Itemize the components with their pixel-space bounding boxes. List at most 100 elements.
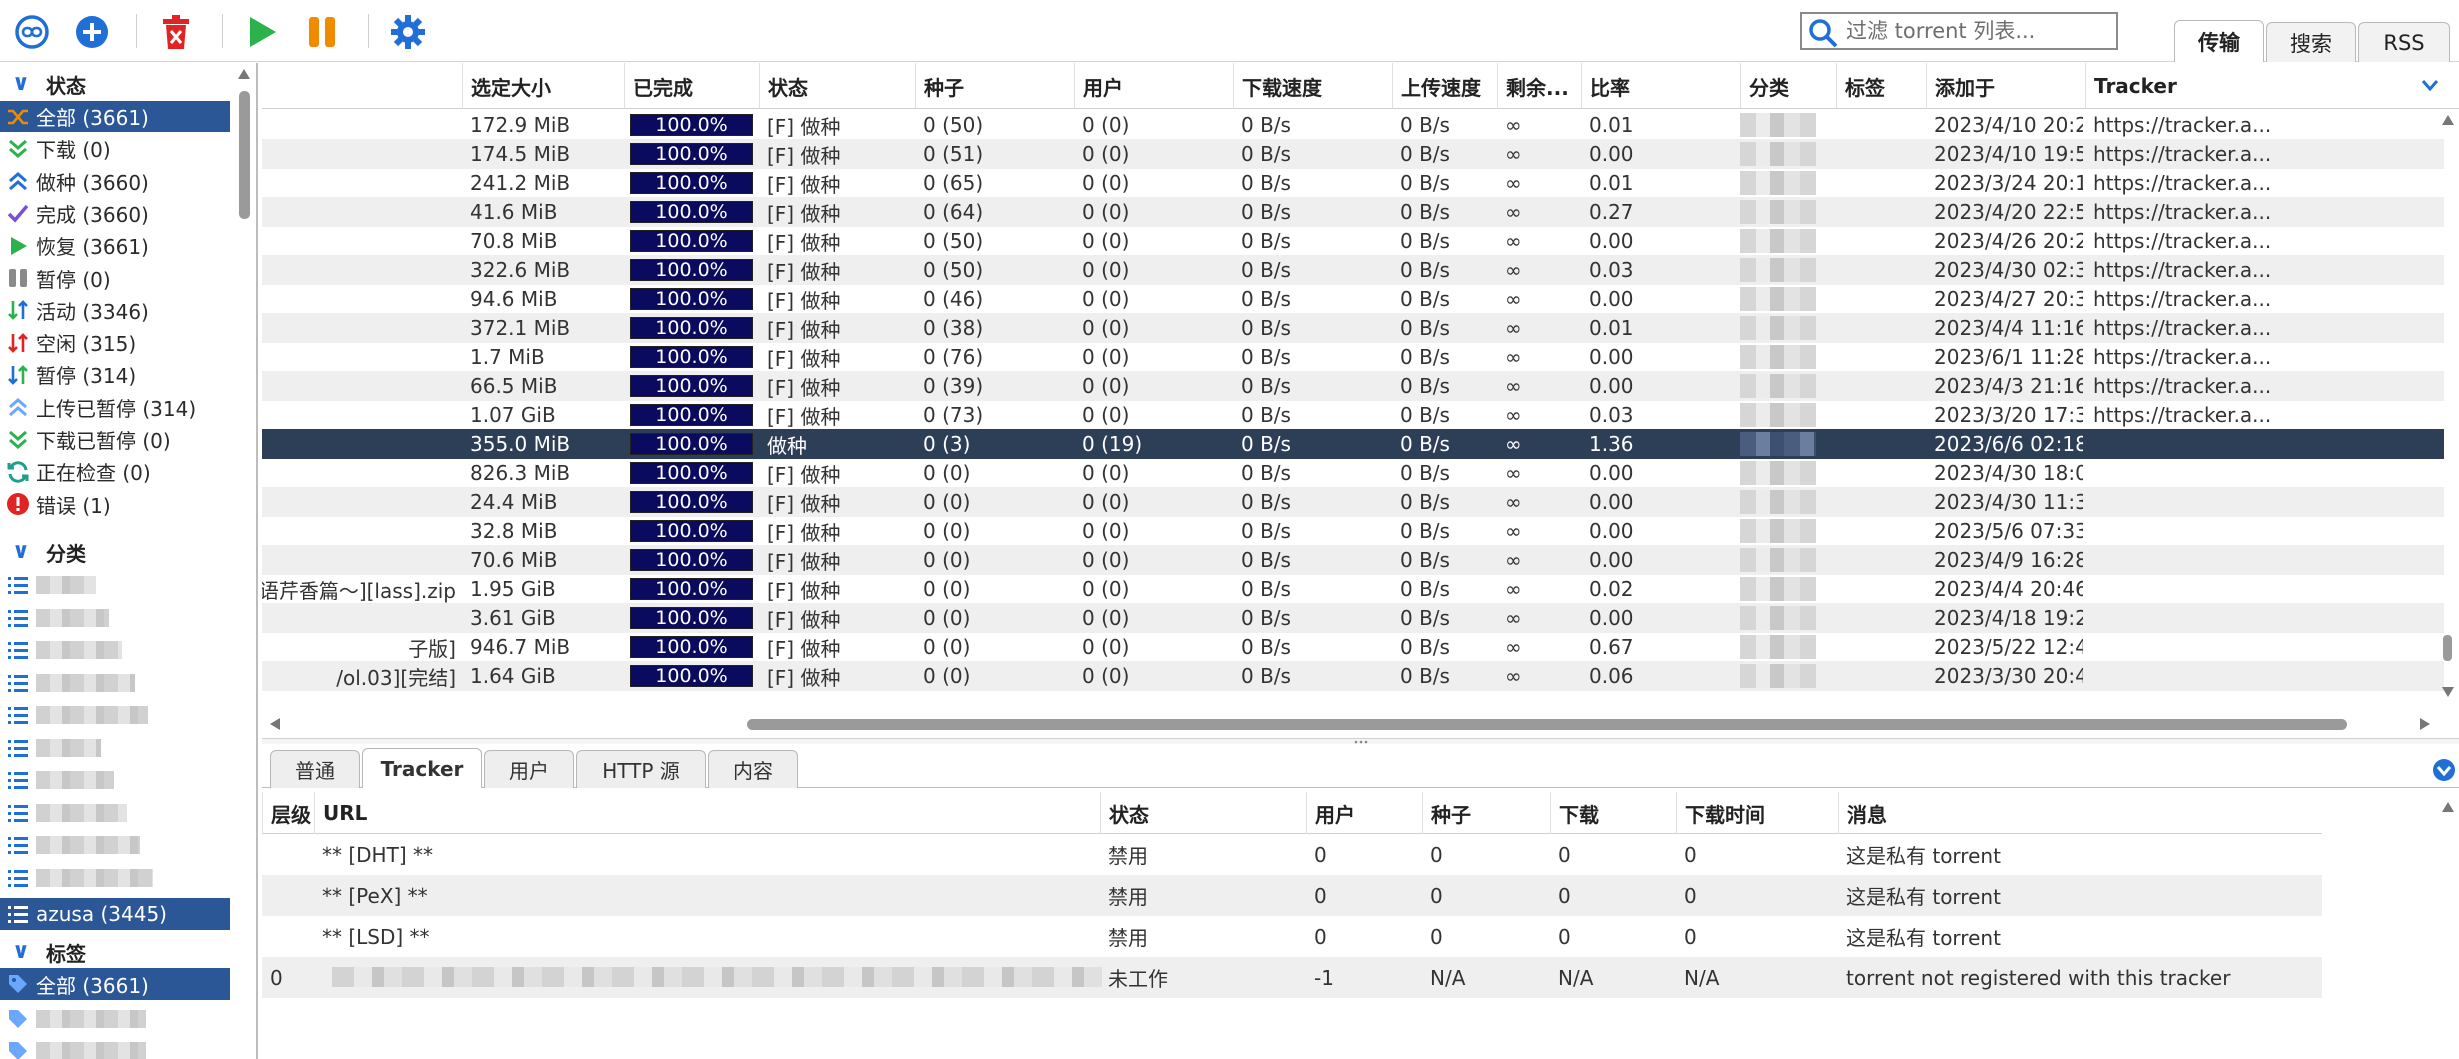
sidebar-tag-all[interactable]: 全部 (3661) — [0, 968, 230, 1000]
tab-http-sources[interactable]: HTTP 源 — [576, 750, 706, 788]
column-header[interactable]: 下载速度 — [1233, 63, 1392, 109]
tag-section-header[interactable]: ∨ 标签 — [0, 937, 230, 967]
column-header[interactable]: 选定大小 — [462, 63, 624, 109]
table-row[interactable]: 70.6 MiB 100.0% [F] 做种 0 (0) 0 (0) 0 B/s 0 B/s… — [262, 545, 2444, 575]
table-row[interactable]: 1.07 GiB 100.0% [F] 做种 0 (73) 0 (0) 0 B/s 0 B/… — [262, 400, 2444, 430]
table-row[interactable]: 70.8 MiB 100.0% [F] 做种 0 (50) 0 (0) 0 B/s 0 B/… — [262, 226, 2444, 256]
sidebar-status-item[interactable]: 完成 (3660) — [0, 198, 230, 229]
column-header[interactable]: 上传速度 — [1392, 63, 1497, 109]
sidebar-category-item[interactable] — [0, 797, 230, 829]
sidebar-status-item[interactable]: 暂停 (0) — [0, 263, 230, 294]
tracker-column-header[interactable]: 层级 — [262, 792, 314, 834]
tracker-column-header[interactable]: 状态 — [1100, 792, 1306, 834]
sidebar-category-item[interactable] — [0, 829, 230, 861]
tracker-column-header[interactable]: 种子 — [1422, 792, 1550, 834]
sidebar-status-item[interactable]: 全部 (3661) — [0, 101, 230, 132]
sidebar-tag-item[interactable] — [0, 1003, 230, 1035]
table-row[interactable]: 826.3 MiB 100.0% [F] 做种 0 (0) 0 (0) 0 B/s 0 B/… — [262, 458, 2444, 488]
pause-icon[interactable] — [302, 12, 342, 52]
tab-transfers[interactable]: 传输 — [2174, 20, 2264, 62]
sidebar-category-item[interactable] — [0, 569, 230, 601]
sidebar-status-item[interactable]: 恢复 (3661) — [0, 230, 230, 261]
tracker-row[interactable]: ** [PeX] ** 禁用 0 0 0 0 这是私有 torrent — [262, 875, 2322, 916]
column-header[interactable]: 用户 — [1074, 63, 1233, 109]
link-icon[interactable] — [12, 12, 52, 52]
tracker-column-header[interactable]: 下载时间 — [1676, 792, 1838, 834]
table-row[interactable]: 355.0 MiB 100.0% 做种 0 (3) 0 (19) 0 B/s 0 B/s ∞ 1… — [262, 429, 2444, 459]
table-row[interactable]: 3.61 GiB 100.0% [F] 做种 0 (0) 0 (0) 0 B/s 0 B/s… — [262, 603, 2444, 633]
collapse-panel-icon[interactable] — [2432, 758, 2456, 787]
filter-input[interactable] — [1846, 17, 2114, 45]
tracker-row[interactable]: ** [LSD] ** 禁用 0 0 0 0 这是私有 torrent — [262, 916, 2322, 957]
category-section-header[interactable]: ∨ 分类 — [0, 537, 230, 567]
torrent-list-vscrollbar[interactable] — [2438, 63, 2458, 708]
chevron-down-icon[interactable] — [2420, 75, 2440, 100]
sidebar-status-item[interactable]: 下载 (0) — [0, 133, 230, 164]
table-row[interactable]: 66.5 MiB 100.0% [F] 做种 0 (39) 0 (0) 0 B/s 0 B/… — [262, 371, 2444, 401]
sidebar-category-item[interactable] — [0, 634, 230, 666]
column-header[interactable]: 剩余... — [1497, 63, 1581, 109]
column-header[interactable]: 种子 — [915, 63, 1074, 109]
tracker-column-header[interactable]: URL — [314, 792, 1100, 834]
tab-search[interactable]: 搜索 — [2266, 22, 2356, 62]
table-row[interactable]: 物语芹香篇～][lass].zip 1.95 GiB 100.0% [F] 做种 0 (… — [262, 574, 2444, 604]
sidebar-status-item[interactable]: 暂停 (314) — [0, 359, 230, 390]
sidebar-status-item[interactable]: 正在检查 (0) — [0, 456, 230, 487]
settings-icon[interactable] — [388, 12, 428, 52]
column-header[interactable]: 分类 — [1740, 63, 1836, 109]
table-row[interactable]: 322.6 MiB 100.0% [F] 做种 0 (50) 0 (0) 0 B/s 0 B… — [262, 255, 2444, 285]
add-icon[interactable] — [72, 12, 112, 52]
table-row[interactable]: 1.7 MiB 100.0% [F] 做种 0 (76) 0 (0) 0 B/s 0 B/s… — [262, 342, 2444, 372]
sidebar-category-azusa[interactable]: azusa (3445) — [0, 898, 230, 930]
sidebar-category-item[interactable] — [0, 667, 230, 699]
table-row[interactable]: 172.9 MiB 100.0% [F] 做种 0 (50) 0 (0) 0 B/s 0 B… — [262, 110, 2444, 140]
tracker-column-header[interactable]: 下载 — [1550, 792, 1676, 834]
resume-icon[interactable] — [242, 12, 282, 52]
table-row[interactable]: 174.5 MiB 100.0% [F] 做种 0 (51) 0 (0) 0 B/s 0 B… — [262, 139, 2444, 169]
sidebar-category-item[interactable] — [0, 602, 230, 634]
cell-size: 70.8 MiB — [470, 229, 558, 253]
tab-trackers[interactable]: Tracker — [362, 748, 482, 788]
tracker-row[interactable]: ** [DHT] ** 禁用 0 0 0 0 这是私有 torrent — [262, 834, 2322, 875]
sidebar-status-item[interactable]: 上传已暂停 (314) — [0, 392, 230, 423]
table-row[interactable]: 24.4 MiB 100.0% [F] 做种 0 (0) 0 (0) 0 B/s 0 B/s… — [262, 487, 2444, 517]
sidebar-category-item[interactable] — [0, 764, 230, 796]
sidebar-status-item[interactable]: 空闲 (315) — [0, 327, 230, 358]
tab-content[interactable]: 内容 — [708, 750, 798, 788]
table-row[interactable]: 41.6 MiB 100.0% [F] 做种 0 (64) 0 (0) 0 B/s 0 B/… — [262, 197, 2444, 227]
sidebar-status-item[interactable]: 错误 (1) — [0, 489, 230, 520]
sidebar-status-item[interactable]: 下载已暂停 (0) — [0, 424, 230, 455]
torrent-list-hscrollbar[interactable] — [262, 714, 2438, 734]
tab-general[interactable]: 普通 — [270, 750, 360, 788]
tab-rss[interactable]: RSS — [2358, 22, 2450, 62]
sidebar-status-item[interactable]: 活动 (3346) — [0, 295, 230, 326]
tracker-column-header[interactable]: 用户 — [1306, 792, 1422, 834]
status-section-header[interactable]: ∨ 状态 — [0, 69, 230, 99]
sidebar-category-item[interactable] — [0, 862, 230, 894]
tracker-cell-url: ** [DHT] ** — [322, 842, 433, 867]
column-header[interactable]: 已完成 — [624, 63, 759, 109]
delete-icon[interactable] — [156, 12, 196, 52]
sidebar-status-item[interactable]: 做种 (3660) — [0, 166, 230, 197]
sidebar-scrollbar[interactable] — [236, 63, 252, 1059]
tab-peers[interactable]: 用户 — [484, 750, 574, 788]
cell-tracker: https://tracker.a... — [2093, 171, 2272, 195]
tracker-column-header[interactable]: 消息 — [1838, 792, 2322, 834]
table-row[interactable]: 子版] 946.7 MiB 100.0% [F] 做种 0 (0) 0 (0) 0 B/s 0… — [262, 632, 2444, 662]
sidebar-category-item[interactable] — [0, 699, 230, 731]
table-row[interactable]: 32.8 MiB 100.0% [F] 做种 0 (0) 0 (0) 0 B/s 0 B/s… — [262, 516, 2444, 546]
table-row[interactable]: /ol.03][完结] 1.64 GiB 100.0% [F] 做种 0 (0) 0 (0… — [262, 661, 2444, 691]
table-row[interactable]: 94.6 MiB 100.0% [F] 做种 0 (46) 0 (0) 0 B/s 0 B/… — [262, 284, 2444, 314]
tracker-row[interactable]: 0 未工作 -1 N/A N/A N/A torrent not registered wi… — [262, 957, 2322, 998]
table-row[interactable]: 241.2 MiB 100.0% [F] 做种 0 (65) 0 (0) 0 B/s 0 B… — [262, 168, 2444, 198]
sidebar-tag-item[interactable] — [0, 1035, 230, 1059]
cell-dl: 0 B/s — [1241, 403, 1291, 427]
detail-vscrollbar[interactable] — [2438, 792, 2458, 1052]
column-header[interactable]: Tracker — [2085, 63, 2310, 109]
column-header[interactable]: 状态 — [759, 63, 915, 109]
column-header[interactable]: 标签 — [1836, 63, 1926, 109]
sidebar-category-item[interactable] — [0, 732, 230, 764]
table-row[interactable]: 372.1 MiB 100.0% [F] 做种 0 (38) 0 (0) 0 B/s 0 B… — [262, 313, 2444, 343]
column-header[interactable]: 添加于 — [1926, 63, 2085, 109]
column-header[interactable]: 比率 — [1581, 63, 1740, 109]
